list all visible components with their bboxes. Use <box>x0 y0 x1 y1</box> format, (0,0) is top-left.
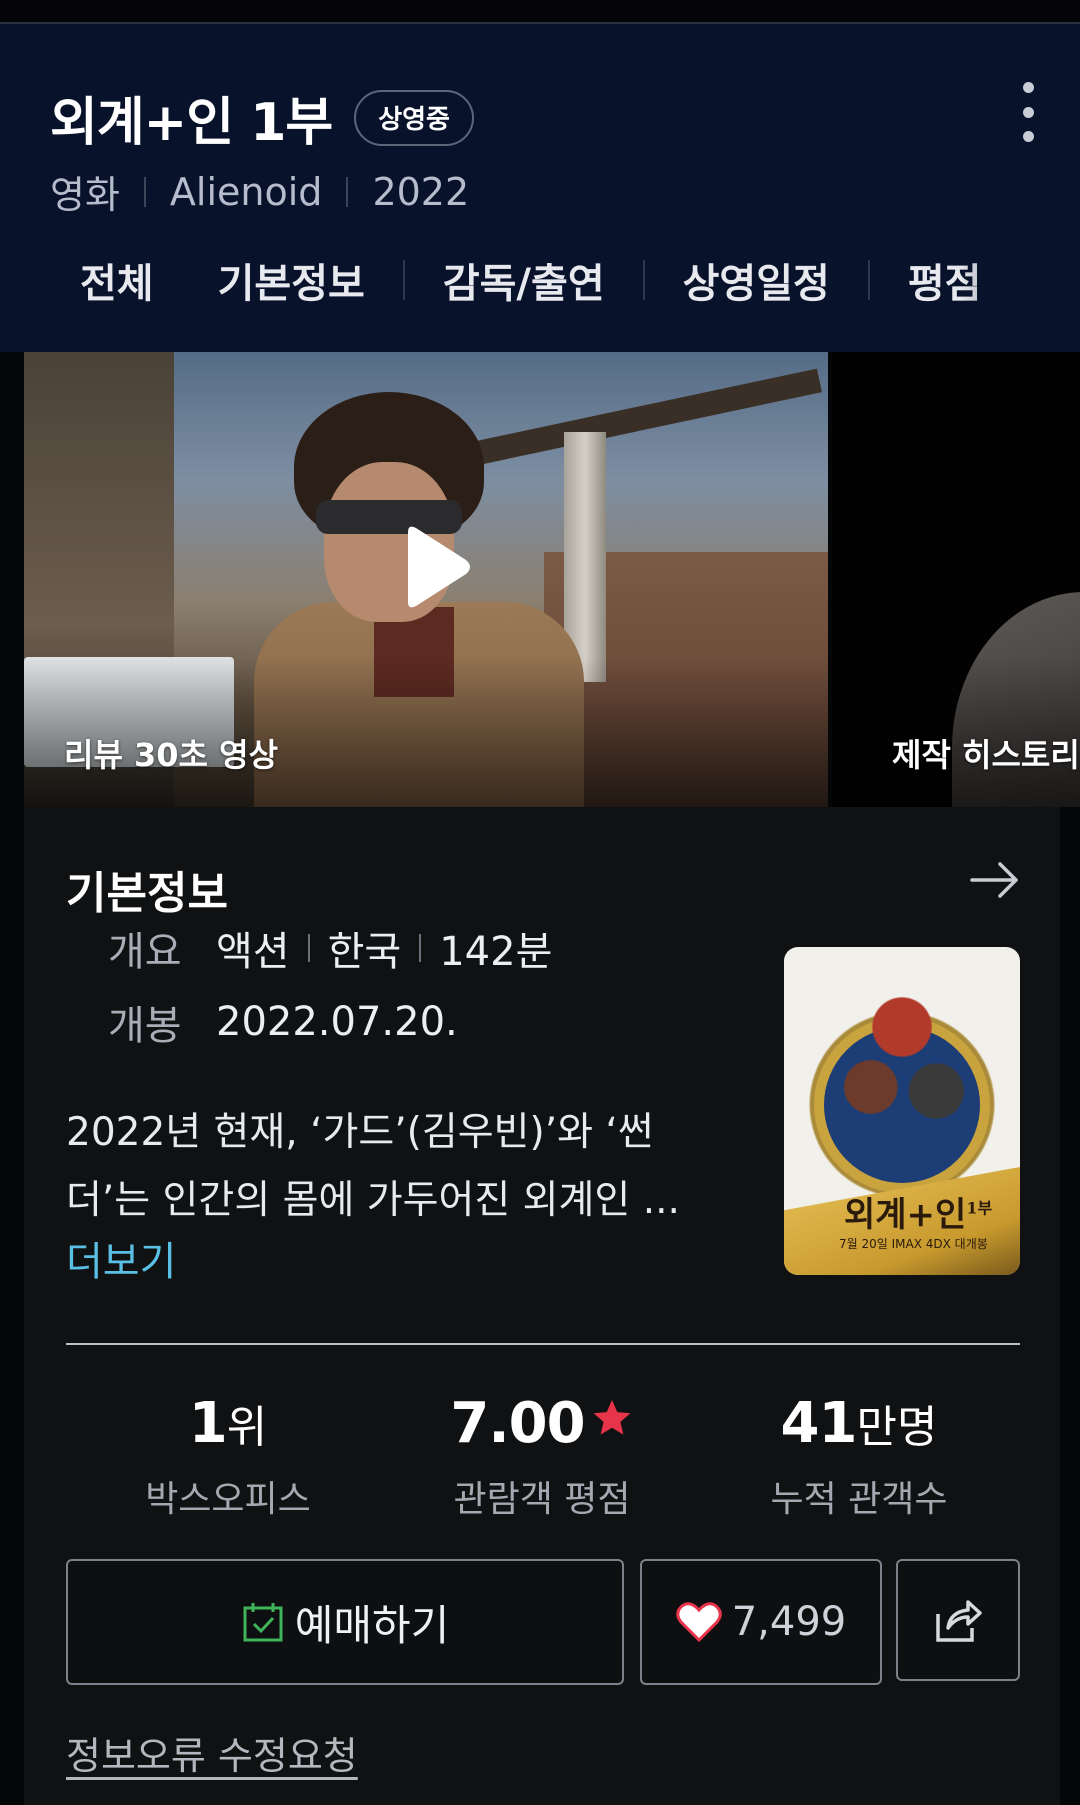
meta-row: 영화 Alienoid 2022 <box>50 164 469 219</box>
stat-unit: 만명 <box>856 1402 938 1453</box>
calendar-check-icon <box>243 1603 283 1642</box>
report-error-link[interactable]: 정보오류 수정요청 <box>66 1725 358 1780</box>
more-link[interactable]: 더보기 <box>66 1229 176 1287</box>
meta-divider <box>143 176 146 207</box>
synopsis: 2022년 현재, ‘가드’(김우빈)’와 ‘썬더’는 인간의 몸에 가두어진 … <box>66 1110 680 1223</box>
overview-row: 개요 액션 한국 142분 <box>108 919 552 977</box>
tab-basic-info[interactable]: 기본정보 <box>218 251 365 309</box>
share-icon <box>936 1600 982 1642</box>
release-row: 개봉 2022.07.20. <box>108 993 458 1051</box>
stat-unit: 위 <box>226 1402 268 1453</box>
info-divider <box>419 934 422 962</box>
reserve-label: 예매하기 <box>294 1600 450 1650</box>
poster-title: 외계+인1부 <box>844 1195 993 1235</box>
share-button[interactable] <box>896 1559 1020 1681</box>
video-label: 제작 히스토리 <box>892 736 1080 774</box>
stat-label: 관람객 평점 <box>453 1479 631 1520</box>
tab-divider <box>867 260 870 300</box>
star-icon <box>593 1400 630 1435</box>
video-thumbnail-history[interactable]: 제작 히스토리 <box>832 352 1080 807</box>
overview-label: 개요 <box>108 929 182 975</box>
movie-poster[interactable]: 외계+인1부 7월 20일 IMAX 4DX 대개봉 <box>784 947 1020 1275</box>
stat-value: 41 <box>780 1391 858 1456</box>
meta-divider <box>346 176 349 207</box>
page-title: 외계+인 1부 <box>50 93 333 153</box>
stat-label: 박스오피스 <box>145 1479 311 1520</box>
stat-boxoffice: 1위 박스오피스 <box>98 1391 358 1522</box>
title-row: 외계+인 1부 상영중 <box>50 80 474 155</box>
poster-caption: 7월 20일 IMAX 4DX 대개봉 <box>839 1237 988 1251</box>
country: 한국 <box>327 929 402 975</box>
status-bar-edge <box>0 0 1080 24</box>
divider <box>66 1343 1020 1345</box>
tab-fade <box>960 244 1080 316</box>
video-carousel: 리뷰 30초 영상 제작 히스토리 <box>24 352 1080 807</box>
release-label: 개봉 <box>108 1003 182 1049</box>
reserve-button[interactable]: 예매하기 <box>66 1559 624 1685</box>
release-date: 2022.07.20. <box>216 999 458 1045</box>
status-badge: 상영중 <box>354 89 474 146</box>
stat-value: 1 <box>188 1391 228 1456</box>
video-thumbnail-review[interactable]: 리뷰 30초 영상 <box>24 352 828 807</box>
basic-info-card: 기본정보 개요 액션 한국 142분 개봉 2022.07.20. 2022년 … <box>24 807 1060 1805</box>
stat-rating: 7.00 관람객 평점 <box>412 1391 672 1522</box>
tab-divider <box>642 260 645 300</box>
tab-divider <box>402 260 405 300</box>
like-count: 7,499 <box>731 1599 847 1645</box>
more-options-icon[interactable] <box>1008 82 1048 142</box>
play-icon[interactable] <box>394 522 474 612</box>
tab-cast[interactable]: 감독/출연 <box>443 251 605 309</box>
movie-header: 외계+인 1부 상영중 영화 Alienoid 2022 전체 기본정보 감독/… <box>0 24 1080 352</box>
heart-icon <box>675 1602 722 1643</box>
genre: 액션 <box>216 929 290 975</box>
stat-audience: 41만명 누적 관객수 <box>724 1391 994 1522</box>
info-divider <box>307 934 310 962</box>
meta-english-title: Alienoid <box>169 169 323 214</box>
arrow-right-icon[interactable] <box>970 860 1020 900</box>
tab-schedule[interactable]: 상영일정 <box>683 251 830 309</box>
like-button[interactable]: 7,499 <box>640 1559 882 1685</box>
section-title: 기본정보 <box>66 868 228 919</box>
stat-label: 누적 관객수 <box>770 1479 948 1520</box>
tab-bar: 전체 기본정보 감독/출연 상영일정 평점 <box>0 244 1080 316</box>
runtime: 142분 <box>439 929 553 975</box>
video-label: 리뷰 30초 영상 <box>64 736 279 774</box>
stat-value: 7.00 <box>450 1391 585 1456</box>
meta-category: 영화 <box>50 173 120 217</box>
meta-year: 2022 <box>372 169 470 214</box>
tab-all[interactable]: 전체 <box>80 251 154 309</box>
